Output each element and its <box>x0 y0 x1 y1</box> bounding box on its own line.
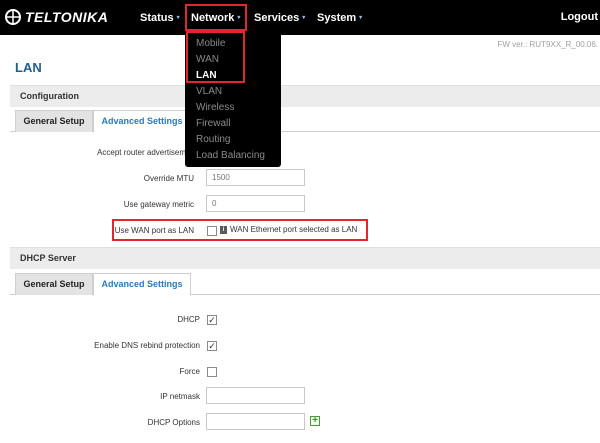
configuration-tabs: General Setup Advanced Settings <box>10 110 600 133</box>
ip-netmask-label: IP netmask <box>160 392 200 401</box>
override-mtu-input[interactable] <box>206 169 305 186</box>
nav-status[interactable]: Status ▾ <box>140 0 180 35</box>
nav-services-label: Services <box>254 11 300 24</box>
nav-system-label: System <box>317 11 357 24</box>
teltonika-logo-icon <box>5 9 21 25</box>
brand-name: TELTONIKA <box>25 9 109 25</box>
tab-general-setup[interactable]: General Setup <box>15 110 93 132</box>
configuration-title: Configuration <box>20 91 79 101</box>
menu-item-firewall[interactable]: Firewall <box>196 118 230 129</box>
chevron-down-icon: ▾ <box>176 15 180 21</box>
dhcp-options-label: DHCP Options <box>147 418 200 427</box>
dns-rebind-label: Enable DNS rebind protection <box>94 341 200 350</box>
dhcp-section-header: DHCP Server <box>10 247 600 269</box>
force-label: Force <box>179 367 200 376</box>
wan-as-lan-checkbox[interactable] <box>207 226 217 236</box>
page-title: LAN <box>15 60 42 75</box>
tab-advanced-settings[interactable]: Advanced Settings <box>93 110 191 133</box>
tab-dhcp-general-setup[interactable]: General Setup <box>15 273 93 295</box>
info-icon: i <box>220 225 227 234</box>
menu-item-load-balancing[interactable]: Load Balancing <box>196 150 265 161</box>
add-dhcp-option-icon[interactable]: + <box>310 416 320 426</box>
override-mtu-label: Override MTU <box>143 174 194 183</box>
wan-as-lan-label: Use WAN port as LAN <box>114 226 194 235</box>
wan-as-lan-hint-text: WAN Ethernet port selected as LAN <box>230 225 358 234</box>
gateway-metric-label: Use gateway metric <box>123 200 194 209</box>
chevron-down-icon: ▾ <box>302 15 306 21</box>
tab-dhcp-advanced-settings[interactable]: Advanced Settings <box>93 273 191 296</box>
highlight-lan-item <box>186 31 245 83</box>
wan-as-lan-hint: i WAN Ethernet port selected as LAN <box>220 225 357 234</box>
ip-netmask-input[interactable] <box>206 387 305 404</box>
dhcp-label: DHCP <box>177 315 200 324</box>
menu-item-vlan[interactable]: VLAN <box>196 86 222 97</box>
highlight-network-menu <box>185 4 247 31</box>
force-checkbox[interactable] <box>207 367 217 377</box>
logout-link[interactable]: Logout <box>561 0 598 35</box>
menu-item-routing[interactable]: Routing <box>196 134 230 145</box>
menu-item-wireless[interactable]: Wireless <box>196 102 234 113</box>
nav-status-label: Status <box>140 11 174 24</box>
chevron-down-icon: ▾ <box>359 15 363 21</box>
dhcp-options-input[interactable] <box>206 413 305 430</box>
top-bar: TELTONIKA Status ▾ Network ▾ Services ▾ Sys… <box>0 0 600 35</box>
dhcp-checkbox[interactable]: ✓ <box>207 315 217 325</box>
firmware-version: FW ver.: RUT9XX_R_00.06. <box>497 40 598 49</box>
nav-system[interactable]: System ▾ <box>317 0 362 35</box>
brand-logo[interactable]: TELTONIKA <box>4 8 108 26</box>
dns-rebind-checkbox[interactable]: ✓ <box>207 341 217 351</box>
dhcp-tabs: General Setup Advanced Settings <box>10 273 600 296</box>
dhcp-title: DHCP Server <box>20 253 76 263</box>
gateway-metric-input[interactable] <box>206 195 305 212</box>
accept-router-advert-label: Accept router advertisem <box>97 148 186 157</box>
configuration-section-header: Configuration <box>10 85 600 107</box>
